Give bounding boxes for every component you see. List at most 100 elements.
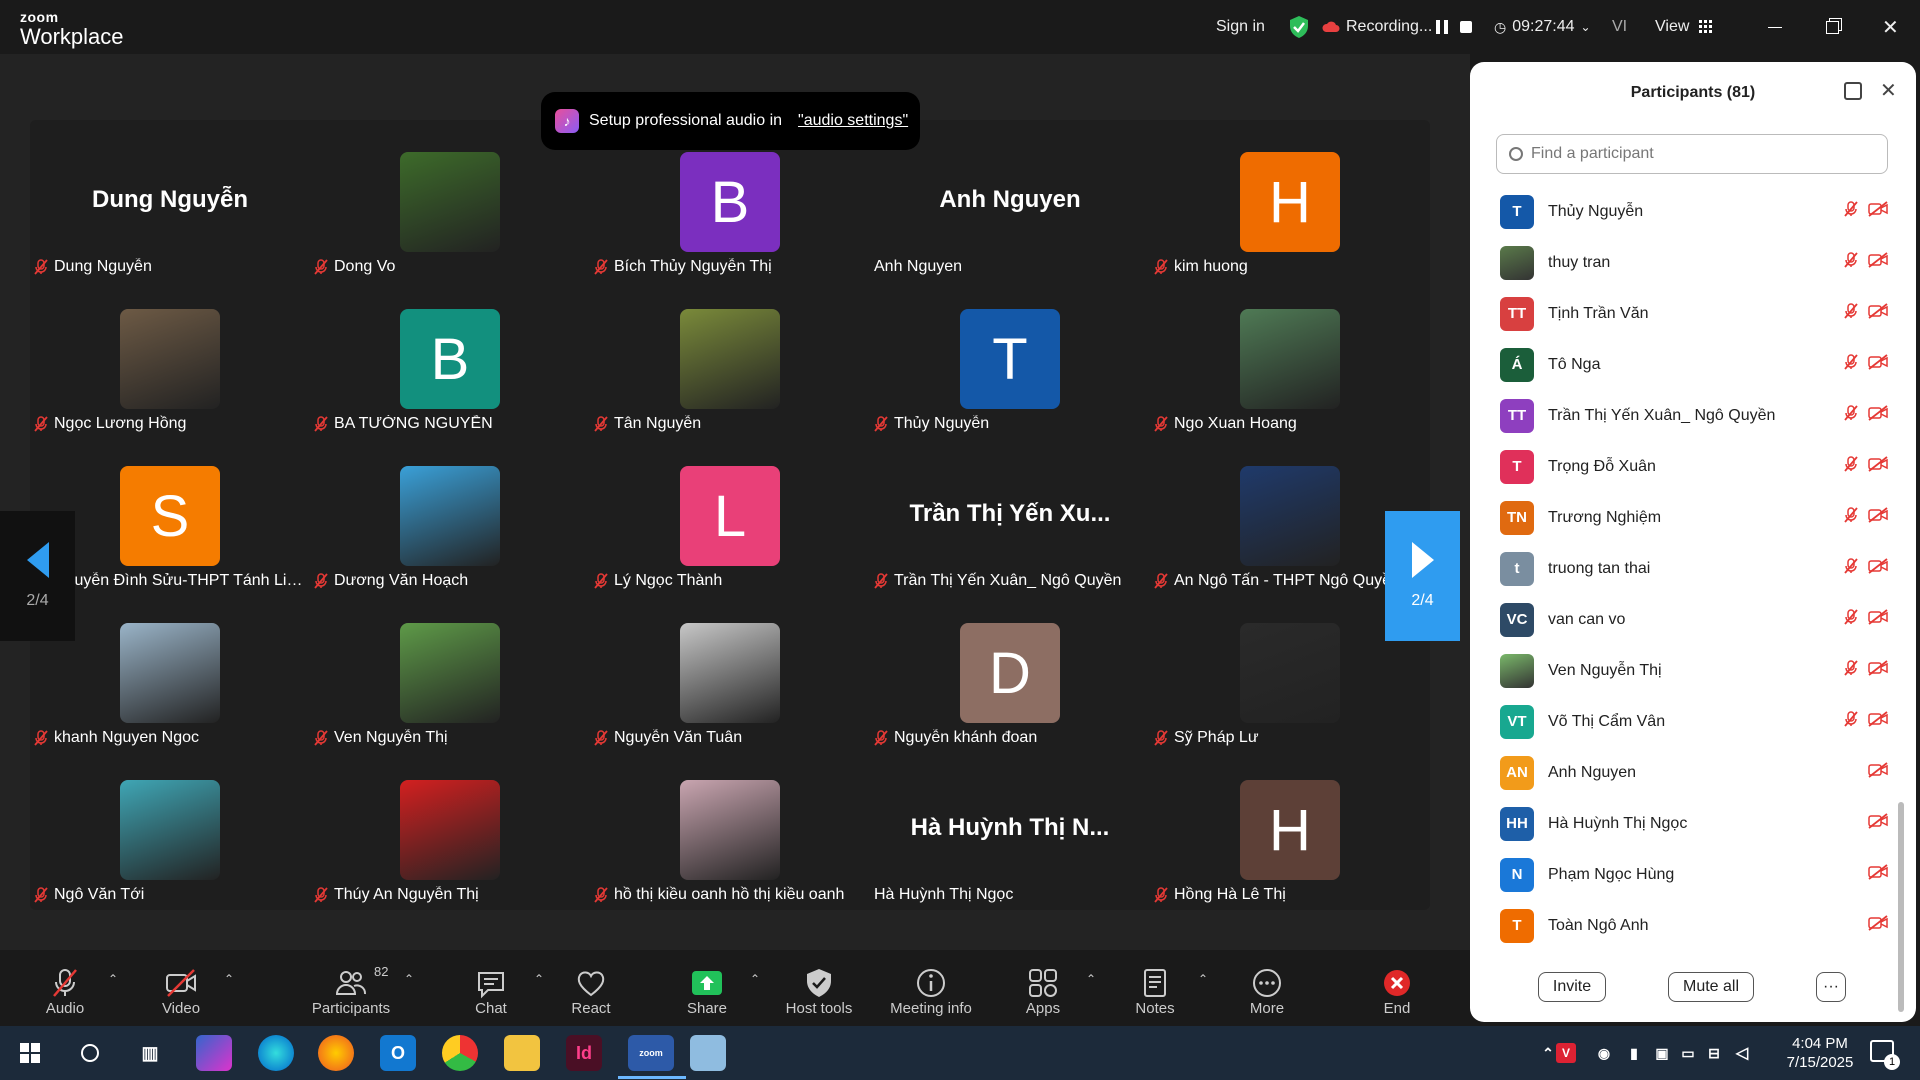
stop-recording-icon[interactable] — [1460, 0, 1472, 54]
participant-tile[interactable]: hồ thị kiều oanh hồ thị kiều oanh — [590, 748, 870, 906]
edge-icon[interactable] — [258, 1035, 294, 1071]
muted-mic-icon — [1844, 303, 1858, 319]
meeting-timer[interactable]: ◷ 09:27:44 ⌄ — [1494, 0, 1591, 54]
audio-settings-toast[interactable]: ♪ Setup professional audio in "audio set… — [541, 92, 920, 150]
more-button[interactable]: More — [1212, 966, 1322, 1017]
participant-tile[interactable]: B BA TƯỜNG NGUYỄN — [310, 277, 590, 435]
tile-name-label: Ven Nguyễn Thị — [314, 729, 448, 747]
participant-tile[interactable]: Ngo Xuan Hoang — [1150, 277, 1430, 435]
participant-tile[interactable]: Dương Văn Hoạch — [310, 434, 590, 592]
chevron-up-icon[interactable]: ⌃ — [224, 972, 234, 986]
chevron-up-icon[interactable]: ⌃ — [1086, 972, 1096, 986]
share-button[interactable]: Share — [652, 966, 762, 1017]
system-clock[interactable]: 4:04 PM 7/15/2025 — [1770, 1034, 1870, 1072]
profile-photo — [680, 623, 780, 723]
windows-start-icon[interactable] — [12, 1035, 48, 1071]
view-button[interactable]: View — [1655, 0, 1713, 54]
participant-row[interactable]: HH Hà Huỳnh Thị Ngọc — [1500, 798, 1900, 849]
participant-name: Dong Vo — [334, 258, 396, 275]
meeting-info-button[interactable]: Meeting info — [876, 966, 986, 1017]
participant-row[interactable]: Ven Nguyễn Thị — [1500, 645, 1900, 696]
unikey-icon[interactable]: V — [1556, 1043, 1576, 1063]
chevron-down-icon: ⌄ — [1580, 20, 1591, 34]
zoom-app-icon[interactable]: zoom — [628, 1035, 674, 1071]
panel-more-button[interactable]: ··· — [1816, 972, 1846, 1002]
participant-row[interactable]: T Trọng Đỗ Xuân — [1500, 441, 1900, 492]
pause-recording-icon[interactable] — [1436, 0, 1448, 54]
participant-name: Ven Nguyễn Thị — [1548, 661, 1662, 679]
recording-indicator[interactable]: Recording... — [1322, 0, 1432, 54]
close-window-icon[interactable]: ✕ — [1882, 0, 1899, 54]
chevron-up-icon[interactable]: ⌃ — [108, 972, 118, 986]
audio-settings-link[interactable]: "audio settings" — [798, 112, 908, 130]
muted-mic-icon — [1844, 660, 1858, 676]
volume-icon[interactable]: ◁ — [1724, 1035, 1760, 1071]
outlook-icon[interactable]: O — [380, 1035, 416, 1071]
popout-icon[interactable] — [1844, 82, 1862, 100]
chat-button[interactable]: Chat — [436, 966, 546, 1017]
mute-all-button[interactable]: Mute all — [1668, 972, 1754, 1002]
encryption-shield-icon[interactable] — [1288, 0, 1310, 54]
file-explorer-icon[interactable] — [504, 1035, 540, 1071]
participant-row[interactable]: TN Trương Nghiệm — [1500, 492, 1900, 543]
indesign-icon[interactable]: Id — [566, 1035, 602, 1071]
participant-tile[interactable]: Ngô Văn Tới — [30, 748, 310, 906]
participant-row[interactable]: t truong tan thai — [1500, 543, 1900, 594]
participant-row[interactable]: AN Anh Nguyen — [1500, 747, 1900, 798]
paint-icon[interactable] — [690, 1035, 726, 1071]
participant-tile[interactable]: Ngọc Lương Hồng — [30, 277, 310, 435]
restore-icon[interactable] — [1826, 0, 1839, 54]
task-view-icon[interactable]: ▥ — [132, 1035, 168, 1071]
chevron-up-icon[interactable]: ⌃ — [404, 972, 414, 986]
participant-search-input[interactable]: Find a participant — [1496, 134, 1888, 174]
minimize-icon[interactable] — [1768, 0, 1782, 54]
language-indicator[interactable]: VI — [1612, 0, 1627, 54]
participant-tile[interactable]: Ven Nguyễn Thị — [310, 591, 590, 749]
participant-row[interactable]: T Thủy Nguyễn — [1500, 186, 1900, 237]
chrome-icon[interactable] — [442, 1035, 478, 1071]
participant-row[interactable]: Á Tô Nga — [1500, 339, 1900, 390]
participant-row[interactable]: T Toàn Ngô Anh — [1500, 900, 1900, 951]
participant-row[interactable]: VT Võ Thị Cẩm Vân — [1500, 696, 1900, 747]
participant-tile[interactable]: D Nguyễn khánh đoan — [870, 591, 1150, 749]
participants-button[interactable]: Participants — [296, 966, 406, 1017]
participant-tile[interactable]: T Thủy Nguyễn — [870, 277, 1150, 435]
participant-row[interactable]: VC van can vo — [1500, 594, 1900, 645]
apps-button[interactable]: Apps — [988, 966, 1098, 1017]
invite-button[interactable]: Invite — [1538, 972, 1606, 1002]
participant-row[interactable]: TT Tịnh Trần Văn — [1500, 288, 1900, 339]
firefox-icon[interactable] — [318, 1035, 354, 1071]
participant-tile[interactable]: Hkim huong — [1150, 120, 1430, 278]
next-page-button[interactable]: 2/4 — [1385, 511, 1460, 641]
participant-tile[interactable]: L Lý Ngọc Thành — [590, 434, 870, 592]
muted-mic-icon — [314, 573, 328, 589]
muted-mic-icon — [1844, 354, 1858, 370]
video-off-icon — [1868, 456, 1888, 472]
participant-tile[interactable]: Hà Huỳnh Thị N... Hà Huỳnh Thị Ngọc — [870, 748, 1150, 906]
participant-tile[interactable]: Nguyễn Văn Tuân — [590, 591, 870, 749]
participant-tile[interactable]: Dung Nguyễn Dung Nguyễn — [30, 120, 310, 278]
notes-button[interactable]: Notes — [1100, 966, 1210, 1017]
search-icon[interactable] — [72, 1035, 108, 1071]
participant-tile[interactable]: Trần Thị Yến Xu... Trần Thị Yến Xuân_ Ngô… — [870, 434, 1150, 592]
participant-row[interactable]: thuy tran — [1500, 237, 1900, 288]
copilot-icon[interactable] — [196, 1035, 232, 1071]
end-button[interactable]: End — [1342, 966, 1452, 1017]
close-panel-icon[interactable]: ✕ — [1880, 78, 1897, 103]
host-tools-button[interactable]: Host tools — [764, 966, 874, 1017]
participant-tile[interactable]: H Hồng Hà Lê Thị — [1150, 748, 1430, 906]
toolbar-label: Host tools — [785, 1000, 853, 1017]
sign-in-button[interactable]: Sign in — [1216, 0, 1265, 54]
chevron-up-icon[interactable]: ⌃ — [1198, 972, 1208, 986]
prev-page-button[interactable]: 2/4 — [0, 511, 75, 641]
participant-row[interactable]: N Phạm Ngọc Hùng — [1500, 849, 1900, 900]
muted-mic-icon — [874, 416, 888, 432]
participant-row[interactable]: TT Trần Thị Yến Xuân_ Ngô Quyền — [1500, 390, 1900, 441]
participant-tile[interactable]: Tân Nguyễn — [590, 277, 870, 435]
chevron-up-icon[interactable]: ⌃ — [750, 972, 760, 986]
panel-scrollbar[interactable] — [1898, 802, 1904, 1012]
video-button[interactable]: Video — [126, 966, 236, 1017]
react-button[interactable]: React — [536, 966, 646, 1017]
audio-button[interactable]: Audio — [10, 966, 120, 1017]
participant-tile[interactable]: Thúy An Nguyễn Thị — [310, 748, 590, 906]
